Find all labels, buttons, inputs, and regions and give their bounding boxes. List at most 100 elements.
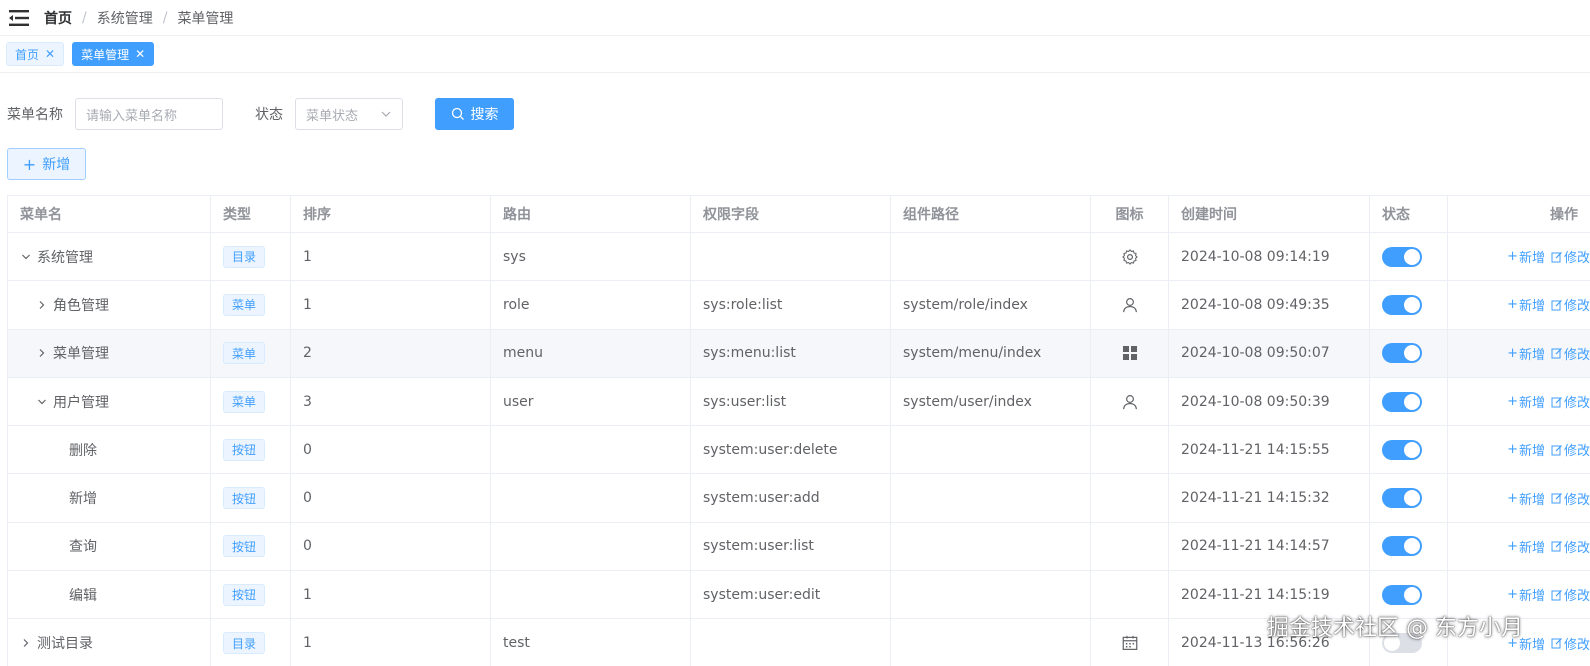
row-add-button[interactable]: + 新增 bbox=[1507, 344, 1545, 363]
chevron-right-icon[interactable] bbox=[34, 348, 50, 358]
menu-name: 菜单管理 bbox=[53, 346, 109, 363]
row-add-button[interactable]: + 新增 bbox=[1507, 295, 1545, 314]
column-header: 权限字段 bbox=[691, 196, 891, 232]
row-edit-button[interactable]: 修改 bbox=[1551, 634, 1590, 653]
chevron-right-icon[interactable] bbox=[34, 300, 50, 310]
row-add-button[interactable]: + 新增 bbox=[1507, 585, 1545, 604]
row-edit-button[interactable]: 修改 bbox=[1551, 440, 1590, 459]
user-icon bbox=[1121, 393, 1139, 411]
type-badge: 按钮 bbox=[223, 535, 266, 558]
status-switch[interactable] bbox=[1382, 584, 1422, 605]
column-header: 创建时间 bbox=[1169, 196, 1370, 232]
order-cell: 1 bbox=[291, 619, 491, 666]
component-path-cell bbox=[891, 571, 1091, 619]
order-cell: 0 bbox=[291, 522, 491, 571]
chevron-down-icon[interactable] bbox=[18, 252, 34, 262]
plus-icon: + bbox=[1507, 394, 1518, 410]
permission-cell: sys:role:list bbox=[691, 281, 891, 329]
row-add-button[interactable]: + 新增 bbox=[1507, 247, 1545, 266]
route-cell: menu bbox=[491, 329, 691, 377]
type-badge: 菜单 bbox=[223, 293, 266, 316]
breadcrumb-home[interactable]: 首页 bbox=[44, 8, 72, 28]
permission-cell bbox=[691, 619, 891, 666]
menu-name: 编辑 bbox=[69, 587, 97, 604]
row-add-button[interactable]: + 新增 bbox=[1507, 537, 1545, 556]
created-time-cell: 2024-11-21 14:15:32 bbox=[1169, 474, 1370, 522]
status-switch[interactable] bbox=[1382, 536, 1422, 557]
order-cell: 1 bbox=[291, 281, 491, 329]
menu-name: 删除 bbox=[69, 442, 97, 459]
status-select[interactable]: 菜单状态 bbox=[295, 98, 403, 130]
row-edit-button[interactable]: 修改 bbox=[1551, 392, 1590, 411]
created-time-cell: 2024-10-08 09:50:07 bbox=[1169, 329, 1370, 377]
hamburger-menu-icon[interactable] bbox=[8, 8, 30, 28]
status-switch[interactable] bbox=[1382, 294, 1422, 315]
edit-icon bbox=[1551, 348, 1562, 359]
table-row[interactable]: 查询 按钮 0 system:user:list 2024-11-21 14:14:57… bbox=[7, 522, 1590, 572]
type-badge: 菜单 bbox=[223, 390, 266, 413]
status-switch[interactable] bbox=[1382, 246, 1422, 267]
table-row[interactable]: 角色管理 菜单 1 role sys:role:list system/role/inde… bbox=[7, 281, 1590, 330]
order-cell: 3 bbox=[291, 377, 491, 426]
route-cell: role bbox=[491, 281, 691, 329]
table-row[interactable]: 删除 按钮 0 system:user:delete 2024-11-21 14:15:… bbox=[7, 426, 1590, 475]
row-add-button[interactable]: + 新增 bbox=[1507, 392, 1545, 411]
created-time-cell: 2024-10-08 09:50:39 bbox=[1169, 377, 1370, 426]
status-switch[interactable] bbox=[1382, 391, 1422, 412]
order-cell: 2 bbox=[291, 329, 491, 377]
order-cell: 1 bbox=[291, 571, 491, 619]
table-row[interactable]: 菜单管理 菜单 2 menu sys:menu:list system/menu/inde… bbox=[7, 329, 1590, 378]
column-header: 菜单名 bbox=[7, 196, 211, 232]
chevron-right-icon[interactable] bbox=[18, 638, 34, 648]
chevron-down-icon[interactable] bbox=[34, 397, 50, 407]
type-badge: 按钮 bbox=[223, 583, 266, 606]
tab-home[interactable]: 首页 ✕ bbox=[6, 42, 65, 66]
component-path-cell: system/role/index bbox=[891, 281, 1091, 329]
tab-menu-manage[interactable]: 菜单管理 ✕ bbox=[72, 42, 155, 66]
row-edit-button[interactable]: 修改 bbox=[1551, 489, 1590, 508]
table-row[interactable]: 新增 按钮 0 system:user:add 2024-11-21 14:15:32 +… bbox=[7, 474, 1590, 523]
plus-icon: + bbox=[1507, 538, 1518, 554]
table-row[interactable]: 用户管理 菜单 3 user sys:user:list system/user/inde… bbox=[7, 377, 1590, 427]
permission-cell: system:user:list bbox=[691, 522, 891, 571]
type-badge: 按钮 bbox=[223, 487, 266, 510]
status-switch[interactable] bbox=[1382, 343, 1422, 364]
type-badge: 目录 bbox=[223, 632, 266, 655]
menu-name: 查询 bbox=[69, 539, 97, 556]
table-row[interactable]: 系统管理 目录 1 sys 2024-10-08 09:14:19 + 新增 修改 bbox=[7, 233, 1590, 282]
route-cell bbox=[491, 474, 691, 522]
row-edit-button[interactable]: 修改 bbox=[1551, 537, 1590, 556]
permission-cell: system:user:edit bbox=[691, 571, 891, 619]
add-button[interactable]: + 新增 bbox=[7, 148, 86, 180]
route-cell bbox=[491, 522, 691, 571]
search-button[interactable]: 搜索 bbox=[435, 98, 514, 130]
close-icon[interactable]: ✕ bbox=[135, 48, 145, 60]
permission-cell: system:user:delete bbox=[691, 426, 891, 474]
status-switch[interactable] bbox=[1382, 439, 1422, 460]
plus-icon: + bbox=[1507, 490, 1518, 506]
permission-cell: sys:menu:list bbox=[691, 329, 891, 377]
column-header: 组件路径 bbox=[891, 196, 1091, 232]
menu-table: 菜单名 类型 排序 路由 权限字段 组件路径 图标 创建时间 状态 操作 系统管理 目录 1 sys 20… bbox=[7, 195, 1590, 666]
menu-name: 测试目录 bbox=[37, 636, 93, 653]
row-add-button[interactable]: + 新增 bbox=[1507, 489, 1545, 508]
edit-icon bbox=[1551, 444, 1562, 456]
top-header: 首页 / 系统管理 / 菜单管理 bbox=[0, 0, 1590, 36]
search-form: 菜单名称 请输入菜单名称 状态 菜单状态 搜索 bbox=[7, 98, 514, 130]
close-icon[interactable]: ✕ bbox=[45, 48, 55, 60]
row-edit-button[interactable]: 修改 bbox=[1551, 585, 1590, 604]
row-edit-button[interactable]: 修改 bbox=[1551, 344, 1590, 363]
chevron-down-icon bbox=[381, 111, 391, 117]
edit-icon bbox=[1551, 541, 1562, 552]
component-path-cell bbox=[891, 233, 1091, 281]
row-edit-button[interactable]: 修改 bbox=[1551, 295, 1590, 314]
menu-name: 系统管理 bbox=[37, 249, 93, 266]
row-add-button[interactable]: + 新增 bbox=[1507, 440, 1545, 459]
row-edit-button[interactable]: 修改 bbox=[1551, 247, 1590, 266]
status-switch[interactable] bbox=[1382, 488, 1422, 509]
created-time-cell: 2024-11-21 14:14:57 bbox=[1169, 522, 1370, 571]
type-badge: 菜单 bbox=[223, 342, 266, 365]
permission-cell bbox=[691, 233, 891, 281]
order-cell: 0 bbox=[291, 474, 491, 522]
menu-name-input[interactable]: 请输入菜单名称 bbox=[75, 98, 223, 130]
